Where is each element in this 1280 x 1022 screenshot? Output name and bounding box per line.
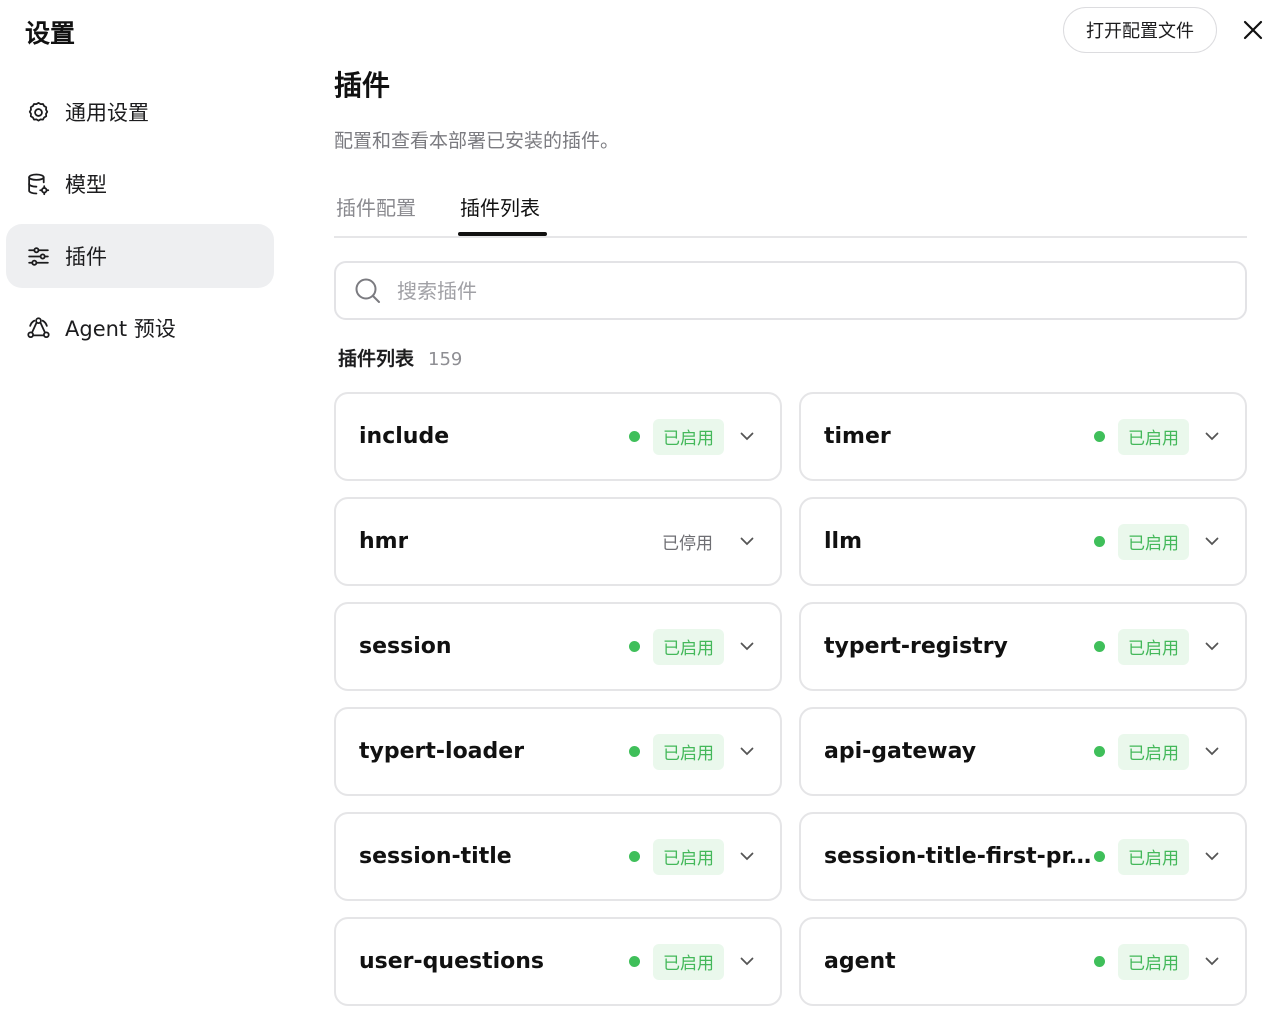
sidebar-item-label: 插件 — [65, 245, 107, 269]
chevron-down-icon[interactable] — [737, 847, 757, 867]
settings-window: 设置 通用设置 模型 插件 Agent 预设 打开配置文件 插件 配置和查看本部… — [0, 0, 1280, 1022]
sidebar: 设置 通用设置 模型 插件 Agent 预设 — [0, 0, 290, 1022]
status-badge: 已启用 — [1118, 733, 1189, 770]
chevron-down-icon[interactable] — [1202, 427, 1222, 447]
plugin-name: api-gateway — [824, 739, 977, 764]
chevron-down-icon[interactable] — [737, 532, 757, 552]
sliders-icon — [25, 243, 51, 269]
plugin-card[interactable]: typert-registry 已启用 — [799, 602, 1247, 691]
plugin-name: session-title — [359, 844, 512, 869]
plugin-name: llm — [824, 529, 863, 554]
chevron-down-icon[interactable] — [1202, 742, 1222, 762]
tab-bar: 插件配置 插件列表 — [334, 186, 1247, 238]
status-dot — [629, 431, 640, 442]
active-tab-indicator — [458, 232, 547, 236]
plugin-card[interactable]: session 已启用 — [334, 602, 782, 691]
sidebar-item-general[interactable]: 通用设置 — [6, 80, 274, 144]
database-gear-icon — [25, 171, 51, 197]
status-badge: 已启用 — [1118, 628, 1189, 665]
search-input[interactable] — [397, 278, 1217, 303]
open-config-file-button[interactable]: 打开配置文件 — [1063, 7, 1217, 53]
page-title: 插件 — [334, 69, 391, 102]
chevron-down-icon[interactable] — [737, 637, 757, 657]
plugin-card[interactable]: user-questions 已启用 — [334, 917, 782, 1006]
plugin-name: agent — [824, 949, 896, 974]
sidebar-item-label: Agent 预设 — [65, 317, 176, 341]
sidebar-nav: 通用设置 模型 插件 Agent 预设 — [6, 80, 274, 368]
status-badge: 已启用 — [653, 943, 724, 980]
gear-icon — [25, 99, 51, 125]
sidebar-item-label: 通用设置 — [65, 101, 149, 125]
chevron-down-icon[interactable] — [1202, 637, 1222, 657]
plugin-card[interactable]: include 已启用 — [334, 392, 782, 481]
close-icon — [1243, 20, 1263, 40]
tab-plugin-config[interactable]: 插件配置 — [336, 192, 416, 221]
chevron-down-icon[interactable] — [1202, 952, 1222, 972]
status-dot — [1094, 536, 1105, 547]
status-dot — [629, 956, 640, 967]
plugin-card[interactable]: timer 已启用 — [799, 392, 1247, 481]
plugin-name: include — [359, 424, 450, 449]
status-badge: 已启用 — [1118, 838, 1189, 875]
plugin-card[interactable]: api-gateway 已启用 — [799, 707, 1247, 796]
status-badge: 已启用 — [1118, 943, 1189, 980]
search-icon — [355, 278, 380, 303]
plugin-card[interactable]: session-title 已启用 — [334, 812, 782, 901]
status-badge: 已启用 — [653, 628, 724, 665]
plugin-name: typert-loader — [359, 739, 525, 764]
status-dot — [1094, 956, 1105, 967]
page-description: 配置和查看本部署已安装的插件。 — [334, 130, 620, 152]
plugin-card[interactable]: agent 已启用 — [799, 917, 1247, 1006]
plugin-card[interactable]: hmr 已停用 — [334, 497, 782, 586]
status-dot — [1094, 431, 1105, 442]
plugin-card[interactable]: llm 已启用 — [799, 497, 1247, 586]
plugin-name: session-title-first-pr... — [824, 844, 1094, 869]
sidebar-item-models[interactable]: 模型 — [6, 152, 274, 216]
status-dot — [629, 851, 640, 862]
plugin-list-title: 插件列表 — [338, 348, 415, 370]
plugin-name: typert-registry — [824, 634, 1008, 659]
plugin-count: 159 — [428, 349, 463, 370]
plugin-name: session — [359, 634, 452, 659]
agent-nodes-icon — [25, 315, 51, 341]
status-badge: 已启用 — [653, 838, 724, 875]
sidebar-item-label: 模型 — [65, 173, 107, 197]
status-badge: 已启用 — [1118, 418, 1189, 455]
tab-plugin-list[interactable]: 插件列表 — [460, 192, 540, 221]
status-badge: 已启用 — [1118, 523, 1189, 560]
plugin-name: timer — [824, 424, 891, 449]
status-dot — [1094, 641, 1105, 652]
status-dot — [1094, 746, 1105, 757]
search-box[interactable] — [334, 261, 1247, 320]
plugin-list-header: 插件列表 159 — [338, 344, 462, 371]
status-badge: 已启用 — [653, 418, 724, 455]
status-dot — [629, 746, 640, 757]
plugin-card[interactable]: typert-loader 已启用 — [334, 707, 782, 796]
sidebar-item-plugins[interactable]: 插件 — [6, 224, 274, 288]
chevron-down-icon[interactable] — [737, 427, 757, 447]
window-title: 设置 — [25, 19, 76, 48]
plugin-name: user-questions — [359, 949, 545, 974]
plugin-card[interactable]: session-title-first-pr... 已启用 — [799, 812, 1247, 901]
sidebar-item-agent-presets[interactable]: Agent 预设 — [6, 296, 274, 360]
status-dot — [629, 641, 640, 652]
status-dot — [1094, 851, 1105, 862]
chevron-down-icon[interactable] — [1202, 532, 1222, 552]
chevron-down-icon[interactable] — [737, 742, 757, 762]
chevron-down-icon[interactable] — [737, 952, 757, 972]
plugin-name: hmr — [359, 529, 409, 554]
close-button[interactable] — [1238, 15, 1268, 45]
status-badge: 已启用 — [653, 733, 724, 770]
chevron-down-icon[interactable] — [1202, 847, 1222, 867]
status-badge: 已停用 — [662, 534, 713, 554]
